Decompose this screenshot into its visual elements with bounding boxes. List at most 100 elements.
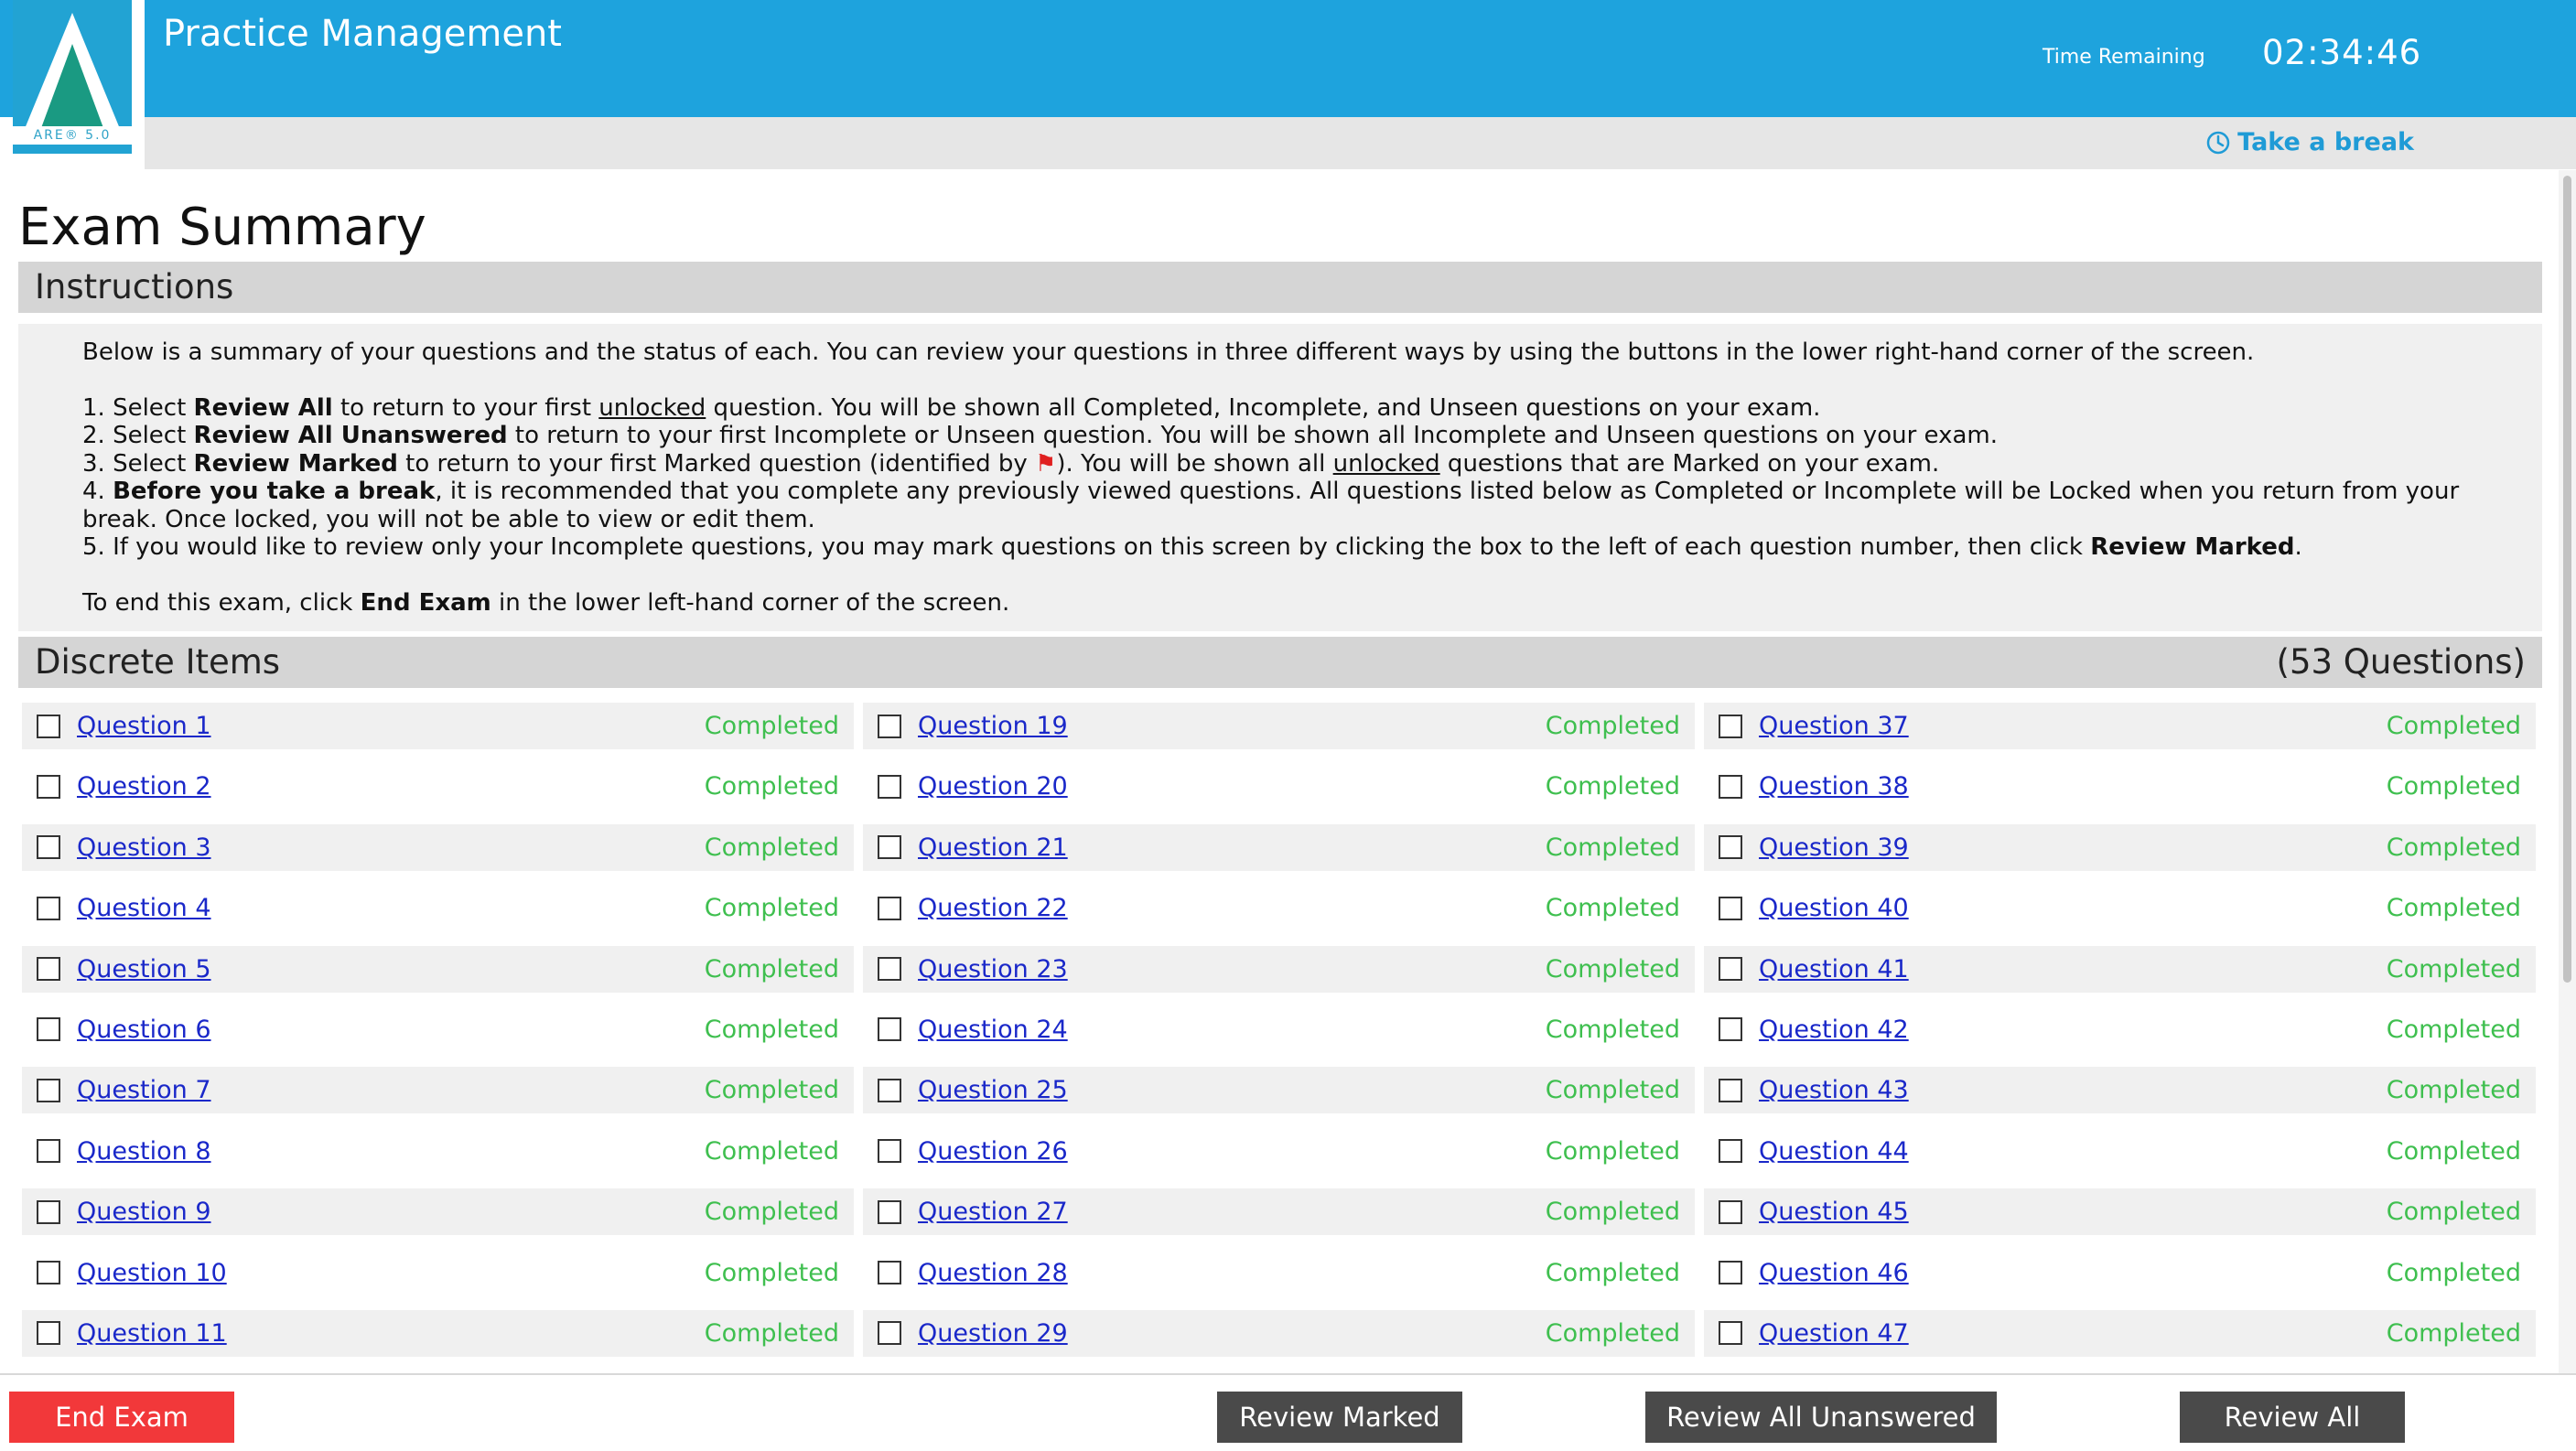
question-link[interactable]: Question 11	[77, 1319, 227, 1348]
question-link[interactable]: Question 3	[77, 833, 211, 862]
mark-question-checkbox[interactable]	[878, 1199, 901, 1224]
mark-question-checkbox[interactable]	[878, 1261, 901, 1285]
mark-question-checkbox[interactable]	[1719, 1321, 1742, 1346]
logo-text: ARE® 5.0	[13, 126, 132, 145]
mark-question-checkbox[interactable]	[1719, 896, 1742, 920]
mark-question-checkbox[interactable]	[37, 957, 60, 982]
question-row: Question 3 Completed	[22, 823, 854, 871]
mark-question-checkbox[interactable]	[878, 835, 901, 860]
mark-question-checkbox[interactable]	[1719, 714, 1742, 738]
question-link[interactable]: Question 37	[1759, 712, 1909, 740]
mark-question-checkbox[interactable]	[878, 1017, 901, 1042]
mark-question-checkbox[interactable]	[878, 714, 901, 738]
instruction-item-5: 5. If you would like to review only your…	[82, 533, 2302, 561]
question-link[interactable]: Question 7	[77, 1076, 211, 1104]
mark-question-checkbox[interactable]	[1719, 774, 1742, 799]
question-link[interactable]: Question 1	[77, 712, 211, 740]
question-row: Question 45 Completed	[1704, 1188, 2536, 1236]
question-status: Completed	[704, 1015, 839, 1044]
mark-question-checkbox[interactable]	[1719, 957, 1742, 982]
question-row: Question 38 Completed	[1704, 763, 2536, 810]
question-status: Completed	[1545, 1318, 1680, 1348]
question-link[interactable]: Question 8	[77, 1137, 211, 1166]
question-link[interactable]: Question 20	[918, 772, 1068, 801]
question-link[interactable]: Question 27	[918, 1198, 1068, 1226]
mark-question-checkbox[interactable]	[37, 1017, 60, 1042]
question-status: Completed	[704, 1076, 839, 1105]
review-all-unanswered-button[interactable]: Review All Unanswered	[1645, 1392, 1997, 1443]
mark-question-checkbox[interactable]	[1719, 1199, 1742, 1224]
question-row: Question 24 Completed	[863, 1006, 1695, 1053]
question-link[interactable]: Question 46	[1759, 1259, 1909, 1287]
question-link[interactable]: Question 6	[77, 1016, 211, 1044]
mark-question-checkbox[interactable]	[878, 774, 901, 799]
question-link[interactable]: Question 4	[77, 894, 211, 922]
mark-question-checkbox[interactable]	[878, 957, 901, 982]
mark-question-checkbox[interactable]	[1719, 1017, 1742, 1042]
take-a-break-link[interactable]: Take a break	[2206, 128, 2414, 156]
question-row: Question 43 Completed	[1704, 1067, 2536, 1114]
question-link[interactable]: Question 29	[918, 1319, 1068, 1348]
question-link[interactable]: Question 43	[1759, 1076, 1909, 1104]
question-row: Question 20 Completed	[863, 763, 1695, 810]
question-link[interactable]: Question 47	[1759, 1319, 1909, 1348]
mark-question-checkbox[interactable]	[878, 1321, 901, 1346]
instruction-item-3: 3. Select Review Marked to return to you…	[82, 449, 1940, 478]
mark-question-checkbox[interactable]	[1719, 835, 1742, 860]
question-link[interactable]: Question 40	[1759, 894, 1909, 922]
mark-question-checkbox[interactable]	[1719, 1078, 1742, 1102]
question-link[interactable]: Question 41	[1759, 955, 1909, 983]
mark-question-checkbox[interactable]	[37, 1139, 60, 1164]
question-status: Completed	[1545, 712, 1680, 740]
question-link[interactable]: Question 23	[918, 955, 1068, 983]
question-link[interactable]: Question 45	[1759, 1198, 1909, 1226]
question-link[interactable]: Question 44	[1759, 1137, 1909, 1166]
mark-question-checkbox[interactable]	[878, 896, 901, 920]
question-link[interactable]: Question 42	[1759, 1016, 1909, 1044]
mark-question-checkbox[interactable]	[37, 1199, 60, 1224]
mark-question-checkbox[interactable]	[878, 1078, 901, 1102]
question-link[interactable]: Question 22	[918, 894, 1068, 922]
question-link[interactable]: Question 39	[1759, 833, 1909, 862]
question-status: Completed	[1545, 1258, 1680, 1287]
end-exam-button[interactable]: End Exam	[9, 1392, 234, 1443]
question-link[interactable]: Question 21	[918, 833, 1068, 862]
question-link[interactable]: Question 9	[77, 1198, 211, 1226]
question-link[interactable]: Question 38	[1759, 772, 1909, 801]
instructions-heading: Instructions	[18, 262, 2542, 313]
question-link[interactable]: Question 5	[77, 955, 211, 983]
question-status: Completed	[2386, 833, 2521, 862]
mark-question-checkbox[interactable]	[37, 835, 60, 860]
mark-question-checkbox[interactable]	[37, 774, 60, 799]
mark-question-checkbox[interactable]	[878, 1139, 901, 1164]
question-status: Completed	[1545, 954, 1680, 983]
app-title: Practice Management	[163, 13, 562, 55]
vertical-scrollbar[interactable]	[2559, 170, 2576, 1373]
scrollbar-thumb[interactable]	[2563, 176, 2571, 983]
question-link[interactable]: Question 25	[918, 1076, 1068, 1104]
instruction-item-2: 2. Select Review All Unanswered to retur…	[82, 422, 1998, 449]
question-column: Question 19 Completed Question 20 Completed…	[863, 703, 1695, 1370]
question-count: (53 Questions)	[2276, 642, 2526, 682]
question-link[interactable]: Question 26	[918, 1137, 1068, 1166]
mark-question-checkbox[interactable]	[37, 1261, 60, 1285]
question-row: Question 44 Completed	[1704, 1128, 2536, 1175]
mark-question-checkbox[interactable]	[1719, 1261, 1742, 1285]
question-link[interactable]: Question 28	[918, 1259, 1068, 1287]
mark-question-checkbox[interactable]	[37, 1321, 60, 1346]
review-all-button[interactable]: Review All	[2180, 1392, 2405, 1443]
review-marked-button[interactable]: Review Marked	[1217, 1392, 1462, 1443]
question-link[interactable]: Question 19	[918, 712, 1068, 740]
mark-question-checkbox[interactable]	[37, 714, 60, 738]
question-row: Question 29 Completed	[863, 1309, 1695, 1357]
question-status: Completed	[704, 1318, 839, 1348]
mark-question-checkbox[interactable]	[37, 1078, 60, 1102]
question-link[interactable]: Question 24	[918, 1016, 1068, 1044]
clock-icon	[2206, 131, 2230, 154]
question-link[interactable]: Question 2	[77, 772, 211, 801]
mark-question-checkbox[interactable]	[37, 896, 60, 920]
question-link[interactable]: Question 10	[77, 1259, 227, 1287]
mark-question-checkbox[interactable]	[1719, 1139, 1742, 1164]
question-row: Question 5 Completed	[22, 945, 854, 993]
discrete-items-heading: Discrete Items (53 Questions)	[18, 637, 2542, 688]
